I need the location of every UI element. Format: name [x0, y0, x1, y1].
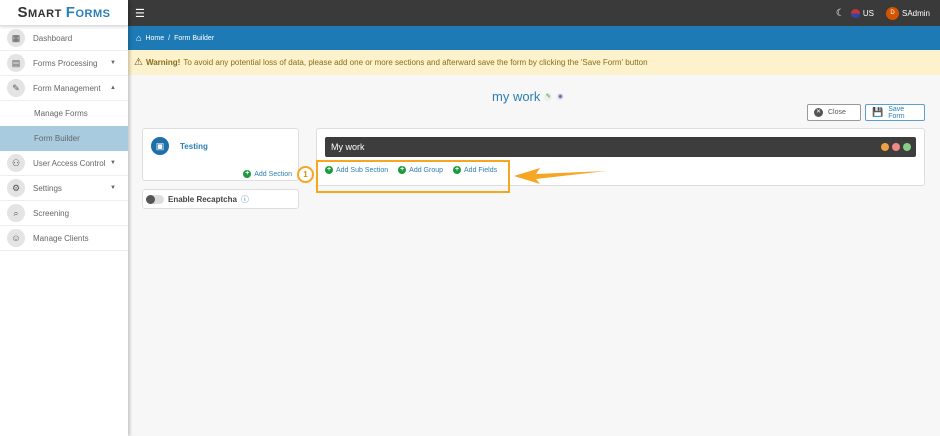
warning-banner: ⚠ Warning! To avoid any potential loss o… [128, 50, 940, 75]
form-edit-icon: ✎ [7, 79, 25, 97]
sidebar-item-manage-forms[interactable]: Manage Forms [0, 101, 128, 126]
save-icon: 💾 [872, 107, 884, 117]
edit-icon[interactable] [903, 143, 911, 151]
top-bar: ☰ ☾ US D SAdmin [128, 0, 940, 26]
breadcrumb-current: Form Builder [174, 34, 215, 42]
sidebar-item-form-builder[interactable]: Form Builder [0, 126, 128, 151]
edit-icon[interactable]: ✎ [544, 92, 553, 101]
caret-down-icon: ▼ [110, 185, 116, 191]
logo: Smart Forms [0, 0, 128, 26]
warning-icon: ⚠ [134, 57, 143, 68]
highlight-box [316, 160, 510, 193]
view-icon[interactable]: ◉ [556, 92, 565, 101]
recaptcha-toggle-row: Enable Recaptcha ⓘ [142, 189, 299, 209]
section-card: ▣ Testing + Add Section [142, 128, 299, 181]
add-section-button[interactable]: + Add Section [243, 170, 292, 178]
language-selector[interactable]: US [863, 9, 874, 18]
arrow-annotation-icon [514, 168, 606, 184]
plus-icon: + [243, 170, 252, 178]
sidebar-item-settings[interactable]: ⚙ Settings ▼ [0, 176, 128, 201]
hamburger-menu-icon[interactable]: ☰ [135, 7, 145, 20]
sidebar-item-screening[interactable]: ⌕ Screening [0, 201, 128, 226]
users-icon: ⚇ [7, 154, 25, 172]
save-form-button[interactable]: 💾 Save Form [865, 104, 925, 121]
gear-icon: ⚙ [7, 179, 25, 197]
document-icon: ▤ [7, 54, 25, 72]
section-name[interactable]: Testing [180, 142, 208, 151]
caret-down-icon: ▼ [110, 60, 116, 66]
copy-icon[interactable] [881, 143, 889, 151]
sidebar-item-forms-processing[interactable]: ▤ Forms Processing ▼ [0, 51, 128, 76]
breadcrumb: ⌂ Home / Form Builder [128, 26, 940, 50]
sidebar-item-manage-clients[interactable]: ☺ Manage Clients [0, 226, 128, 251]
sidebar: Smart Forms ▦ Dashboard ▤ Forms Processing ▼… [0, 0, 128, 436]
section-icon: ▣ [151, 137, 169, 155]
user-add-icon: ☺ [7, 229, 25, 247]
close-icon: ✕ [814, 108, 823, 117]
sidebar-item-user-access-control[interactable]: ⚇ User Access Control ▼ [0, 151, 128, 176]
caret-down-icon: ▼ [110, 160, 116, 166]
form-title: my work ✎ ◉ [492, 89, 565, 104]
dashboard-icon: ▦ [7, 29, 25, 47]
close-button[interactable]: ✕ Close [807, 104, 861, 121]
avatar[interactable]: D [885, 6, 899, 20]
delete-icon[interactable] [892, 143, 900, 151]
search-icon: ⌕ [7, 204, 25, 222]
step-marker: 1 [297, 166, 314, 183]
sidebar-item-dashboard[interactable]: ▦ Dashboard [0, 26, 128, 51]
sidebar-item-form-management[interactable]: ✎ Form Management ▲ [0, 76, 128, 101]
user-name[interactable]: SAdmin [902, 9, 930, 18]
breadcrumb-home[interactable]: Home [145, 35, 164, 42]
theme-toggle-icon[interactable]: ☾ [836, 8, 845, 19]
caret-up-icon: ▲ [110, 85, 116, 91]
home-icon[interactable]: ⌂ [136, 33, 141, 43]
help-icon[interactable]: ⓘ [241, 194, 249, 205]
recaptcha-toggle[interactable] [146, 194, 164, 204]
work-section-header: My work [325, 137, 916, 157]
flag-us-icon[interactable] [850, 8, 860, 18]
